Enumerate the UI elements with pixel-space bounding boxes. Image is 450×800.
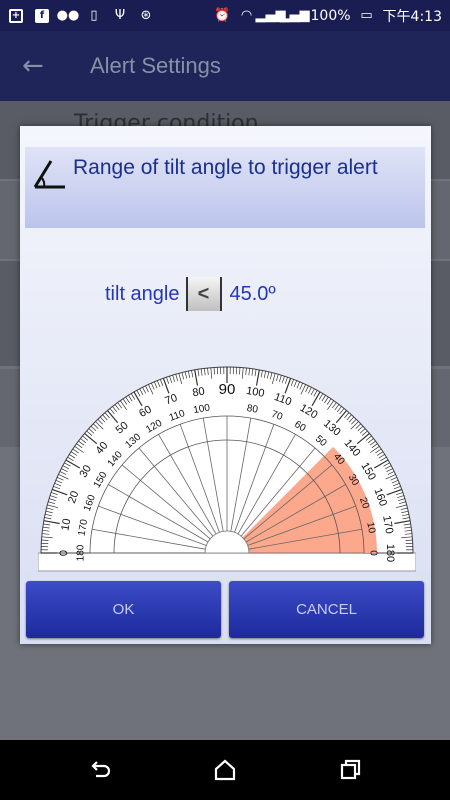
tilt-angle-row: tilt angle < 45.0º	[105, 277, 276, 311]
usb-icon: Ψ	[114, 8, 126, 23]
app-bar: ← Alert Settings	[0, 31, 450, 101]
direction-toggle-button[interactable]: <	[185, 277, 222, 311]
download-icon: ⊛	[140, 8, 152, 23]
cancel-button[interactable]: CANCEL	[229, 581, 424, 638]
notification-icons: + f ●● ▯ Ψ ⊛	[8, 8, 154, 24]
tilt-angle-value: 45.0º	[229, 282, 276, 305]
protractor-dial[interactable]: 0 18010 17020 16030150401405013060120701108…	[38, 366, 416, 578]
signal-icon: ▂▄▆	[255, 8, 286, 23]
plus-box-icon: +	[8, 8, 24, 24]
facebook-icon: f	[34, 8, 50, 24]
status-bar: + f ●● ▯ Ψ ⊛ ⏰ ◠ ▂▄▆ ▂▄▆ 100% ▭ 下午4:13	[0, 0, 450, 31]
protractor-label-outer: 10	[59, 518, 73, 532]
wifi-icon: ◠	[240, 8, 253, 23]
dialog-header: Range of tilt angle to trigger alert	[25, 147, 425, 228]
protractor-label-outer: 90	[219, 381, 236, 398]
battery-icon: ▭	[360, 8, 373, 23]
battery-text: 100%	[310, 7, 351, 24]
tilt-angle-dialog: Range of tilt angle to trigger alert til…	[20, 126, 431, 644]
back-arrow-icon[interactable]: ←	[22, 51, 52, 81]
system-icons: ⏰ ◠ ▂▄▆ ▂▄▆ 100% ▭ 下午4:13	[214, 6, 442, 26]
protractor-label-outer: 180	[384, 544, 396, 562]
wechat-icon: ●●	[56, 8, 80, 23]
dialog-title: Range of tilt angle to trigger alert	[73, 156, 378, 179]
angle-icon	[33, 160, 65, 189]
protractor-label-outer: 80	[192, 385, 206, 399]
recents-icon[interactable]	[338, 758, 362, 782]
ok-button[interactable]: OK	[26, 581, 221, 638]
tilt-angle-label: tilt angle	[105, 282, 180, 305]
home-icon[interactable]	[213, 758, 237, 782]
protractor-label-inner: 0	[367, 550, 378, 556]
protractor-base	[38, 552, 416, 572]
signal-2-icon: ▂▄▆	[279, 8, 310, 23]
clock-text: 下午4:13	[382, 8, 442, 25]
alarm-icon: ⏰	[214, 8, 231, 23]
protractor-label-outer: 0	[58, 550, 70, 556]
navigation-bar	[0, 740, 450, 800]
app-bar-title: Alert Settings	[90, 53, 221, 78]
protractor-label-inner: 180	[76, 544, 87, 561]
device-icon: ▯	[90, 8, 98, 23]
back-arrow-icon[interactable]	[88, 758, 112, 782]
